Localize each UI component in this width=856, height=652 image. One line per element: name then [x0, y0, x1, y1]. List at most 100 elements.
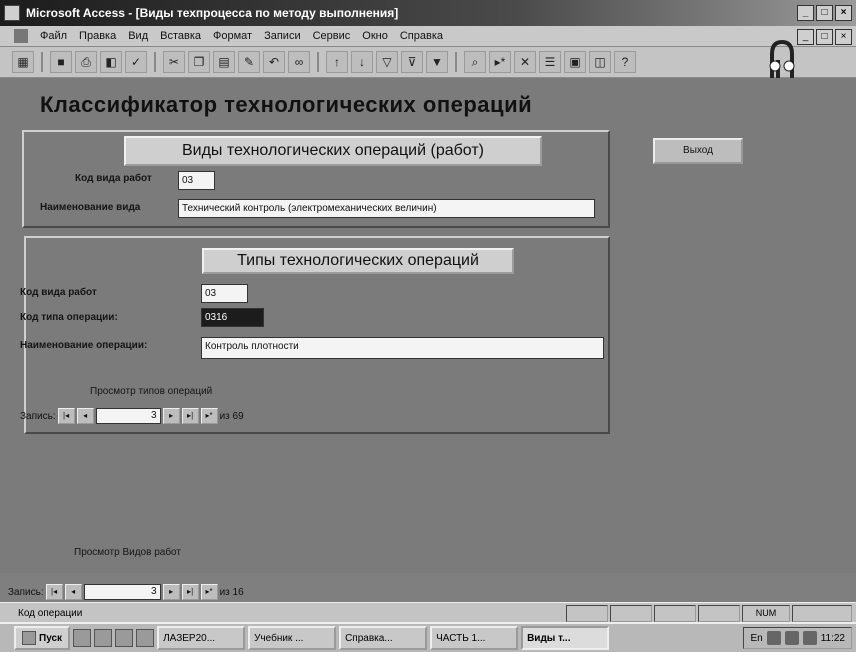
op-browse-caption: Просмотр типов операций [90, 386, 213, 397]
system-tray: En 11:22 [743, 627, 852, 649]
start-label: Пуск [39, 632, 63, 644]
sort-desc-icon[interactable]: ↓ [351, 51, 373, 73]
find-icon[interactable]: ⌕ [464, 51, 486, 73]
quicklaunch-icon[interactable] [136, 629, 155, 647]
prev-record-icon[interactable]: ◂ [64, 584, 82, 600]
menu-format[interactable]: Формат [207, 30, 258, 42]
quicklaunch-icon[interactable] [73, 629, 92, 647]
filter-selection-icon[interactable]: ▽ [376, 51, 398, 73]
hyperlink-icon[interactable]: ∞ [288, 51, 310, 73]
menu-records[interactable]: Записи [258, 30, 307, 42]
tray-icon[interactable] [784, 631, 799, 645]
op-name-label: Наименование операции: [20, 340, 148, 351]
status-indicator [698, 605, 740, 622]
taskbar: Пуск ЛАЗЕР20... Учебник ... Справка... Ч… [0, 622, 856, 652]
help-icon[interactable]: ? [614, 51, 636, 73]
doc-close-button[interactable]: × [835, 29, 852, 45]
window-title: Microsoft Access - [Виды техпроцесса по … [26, 6, 399, 20]
status-bar: Код операции NUM [0, 602, 856, 623]
status-indicator [792, 605, 852, 622]
operations-record-navigator: Запись: |◂ ◂ 3 ▸ ▸| ▸* из 69 [20, 408, 244, 424]
works-nav-total: из 16 [219, 586, 244, 598]
exit-button[interactable]: Выход [653, 138, 743, 164]
work-name-field[interactable]: Технический контроль (электромеханически… [178, 199, 595, 218]
op-work-code-field[interactable]: 03 [201, 284, 248, 303]
menu-tools[interactable]: Сервис [307, 30, 357, 42]
next-record-icon[interactable]: ▸ [162, 408, 180, 424]
toolbar: ▦ ■ ⎙ ◧ ✓ ✂ ❐ ▤ ✎ ↶ ∞ ↑ ↓ ▽ ⊽ ▼ ⌕ ▸* ✕ ☰… [0, 47, 856, 78]
window-title-bar: Microsoft Access - [Виды техпроцесса по … [0, 0, 856, 26]
database-window-icon[interactable]: ▣ [564, 51, 586, 73]
last-record-icon[interactable]: ▸| [181, 584, 199, 600]
next-record-icon[interactable]: ▸ [162, 584, 180, 600]
filter-form-icon[interactable]: ⊽ [401, 51, 423, 73]
status-indicator [654, 605, 696, 622]
first-record-icon[interactable]: |◂ [57, 408, 75, 424]
toolbar-separator [41, 52, 43, 72]
sort-asc-icon[interactable]: ↑ [326, 51, 348, 73]
preview-icon[interactable]: ◧ [100, 51, 122, 73]
taskbar-button[interactable]: ЧАСТЬ 1... [430, 626, 519, 650]
tray-icon[interactable] [766, 631, 781, 645]
menu-edit[interactable]: Правка [73, 30, 122, 42]
num-lock-indicator: NUM [742, 605, 790, 622]
paste-icon[interactable]: ▤ [213, 51, 235, 73]
op-name-field[interactable]: Контроль плотности [201, 337, 604, 359]
windows-logo-icon [22, 631, 36, 645]
op-code-field[interactable]: 0316 [201, 308, 264, 327]
operation-types-header: Типы технологических операций [202, 248, 514, 274]
tray-icon[interactable] [802, 631, 817, 645]
new-record-nav-icon[interactable]: ▸* [200, 584, 218, 600]
op-work-code-label: Код вида работ [20, 287, 97, 298]
maximize-button[interactable]: □ [816, 5, 833, 21]
work-code-label: Код вида работ [75, 173, 152, 184]
menu-bar: Файл Правка Вид Вставка Формат Записи Се… [0, 26, 856, 47]
works-nav-label: Запись: [8, 586, 44, 598]
menu-file[interactable]: Файл [34, 30, 73, 42]
print-icon[interactable]: ⎙ [75, 51, 97, 73]
status-indicator [566, 605, 608, 622]
quicklaunch-icon[interactable] [94, 629, 113, 647]
minimize-button[interactable]: _ [797, 5, 814, 21]
status-text: Код операции [18, 607, 83, 619]
start-button[interactable]: Пуск [14, 626, 71, 650]
taskbar-button[interactable]: Учебник ... [248, 626, 337, 650]
apply-filter-icon[interactable]: ▼ [426, 51, 448, 73]
access-app-icon [4, 5, 20, 21]
save-icon[interactable]: ■ [50, 51, 72, 73]
undo-icon[interactable]: ↶ [263, 51, 285, 73]
form-area: Классификатор технологических операций В… [0, 78, 856, 600]
last-record-icon[interactable]: ▸| [181, 408, 199, 424]
cut-icon[interactable]: ✂ [163, 51, 185, 73]
menu-help[interactable]: Справка [394, 30, 449, 42]
menu-insert[interactable]: Вставка [154, 30, 207, 42]
quicklaunch-icon[interactable] [115, 629, 134, 647]
language-indicator[interactable]: En [750, 633, 762, 644]
menu-view[interactable]: Вид [122, 30, 154, 42]
new-record-nav-icon[interactable]: ▸* [200, 408, 218, 424]
properties-icon[interactable]: ☰ [539, 51, 561, 73]
menu-window[interactable]: Окно [356, 30, 394, 42]
work-code-field[interactable]: 03 [178, 171, 215, 190]
taskbar-button[interactable]: Справка... [339, 626, 428, 650]
first-record-icon[interactable]: |◂ [45, 584, 63, 600]
op-code-label: Код типа операции: [20, 312, 118, 323]
view-icon[interactable]: ▦ [12, 51, 34, 73]
op-nav-label: Запись: [20, 410, 56, 422]
works-record-number-input[interactable]: 3 [83, 584, 161, 600]
format-painter-icon[interactable]: ✎ [238, 51, 260, 73]
status-indicator [610, 605, 652, 622]
op-record-number-input[interactable]: 3 [95, 408, 161, 424]
work-name-label: Наименование вида [40, 202, 141, 213]
new-record-icon[interactable]: ▸* [489, 51, 511, 73]
taskbar-button-active[interactable]: Виды т... [521, 626, 610, 650]
delete-record-icon[interactable]: ✕ [514, 51, 536, 73]
copy-icon[interactable]: ❐ [188, 51, 210, 73]
close-button[interactable]: × [835, 5, 852, 21]
prev-record-icon[interactable]: ◂ [76, 408, 94, 424]
spell-icon[interactable]: ✓ [125, 51, 147, 73]
form-title: Классификатор технологических операций [40, 92, 533, 117]
new-object-icon[interactable]: ◫ [589, 51, 611, 73]
op-nav-total: из 69 [219, 410, 244, 422]
taskbar-button[interactable]: ЛАЗЕР20... [157, 626, 246, 650]
